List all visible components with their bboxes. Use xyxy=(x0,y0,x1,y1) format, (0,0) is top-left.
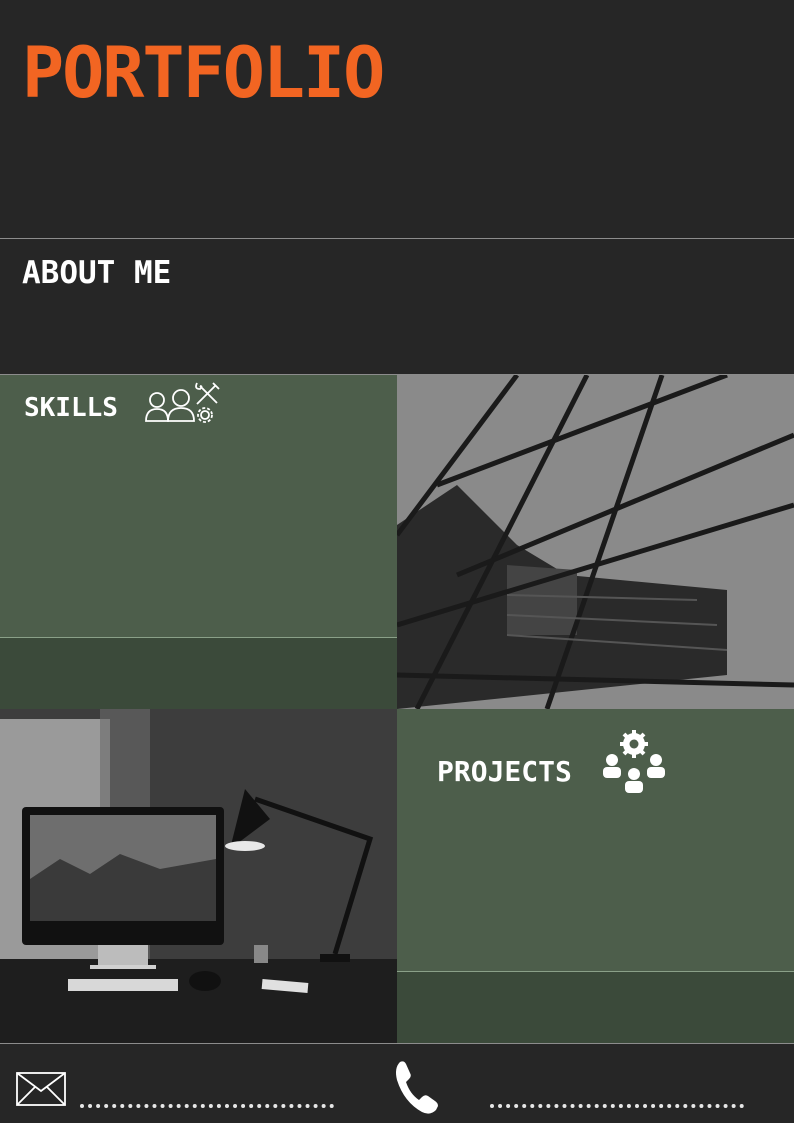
skills-footer-panel xyxy=(0,637,397,709)
projects-title: PROJECTS xyxy=(437,755,572,788)
header-divider xyxy=(0,238,794,239)
skills-title: SKILLS xyxy=(24,393,118,423)
phone-placeholder-line xyxy=(490,1104,744,1108)
team-gear-icon xyxy=(603,730,665,793)
about-title: ABOUT ME xyxy=(22,255,172,291)
projects-footer-panel xyxy=(397,971,794,1043)
phone-icon xyxy=(396,1061,438,1114)
team-tools-icon xyxy=(145,382,220,423)
footer-divider xyxy=(0,1043,794,1044)
page-title: PORTFOLIO xyxy=(22,32,385,114)
desk-workspace-photo xyxy=(0,709,397,1043)
email-icon xyxy=(16,1072,66,1106)
email-placeholder-line xyxy=(80,1104,334,1108)
building-photo xyxy=(397,375,794,709)
projects-panel xyxy=(397,709,794,971)
